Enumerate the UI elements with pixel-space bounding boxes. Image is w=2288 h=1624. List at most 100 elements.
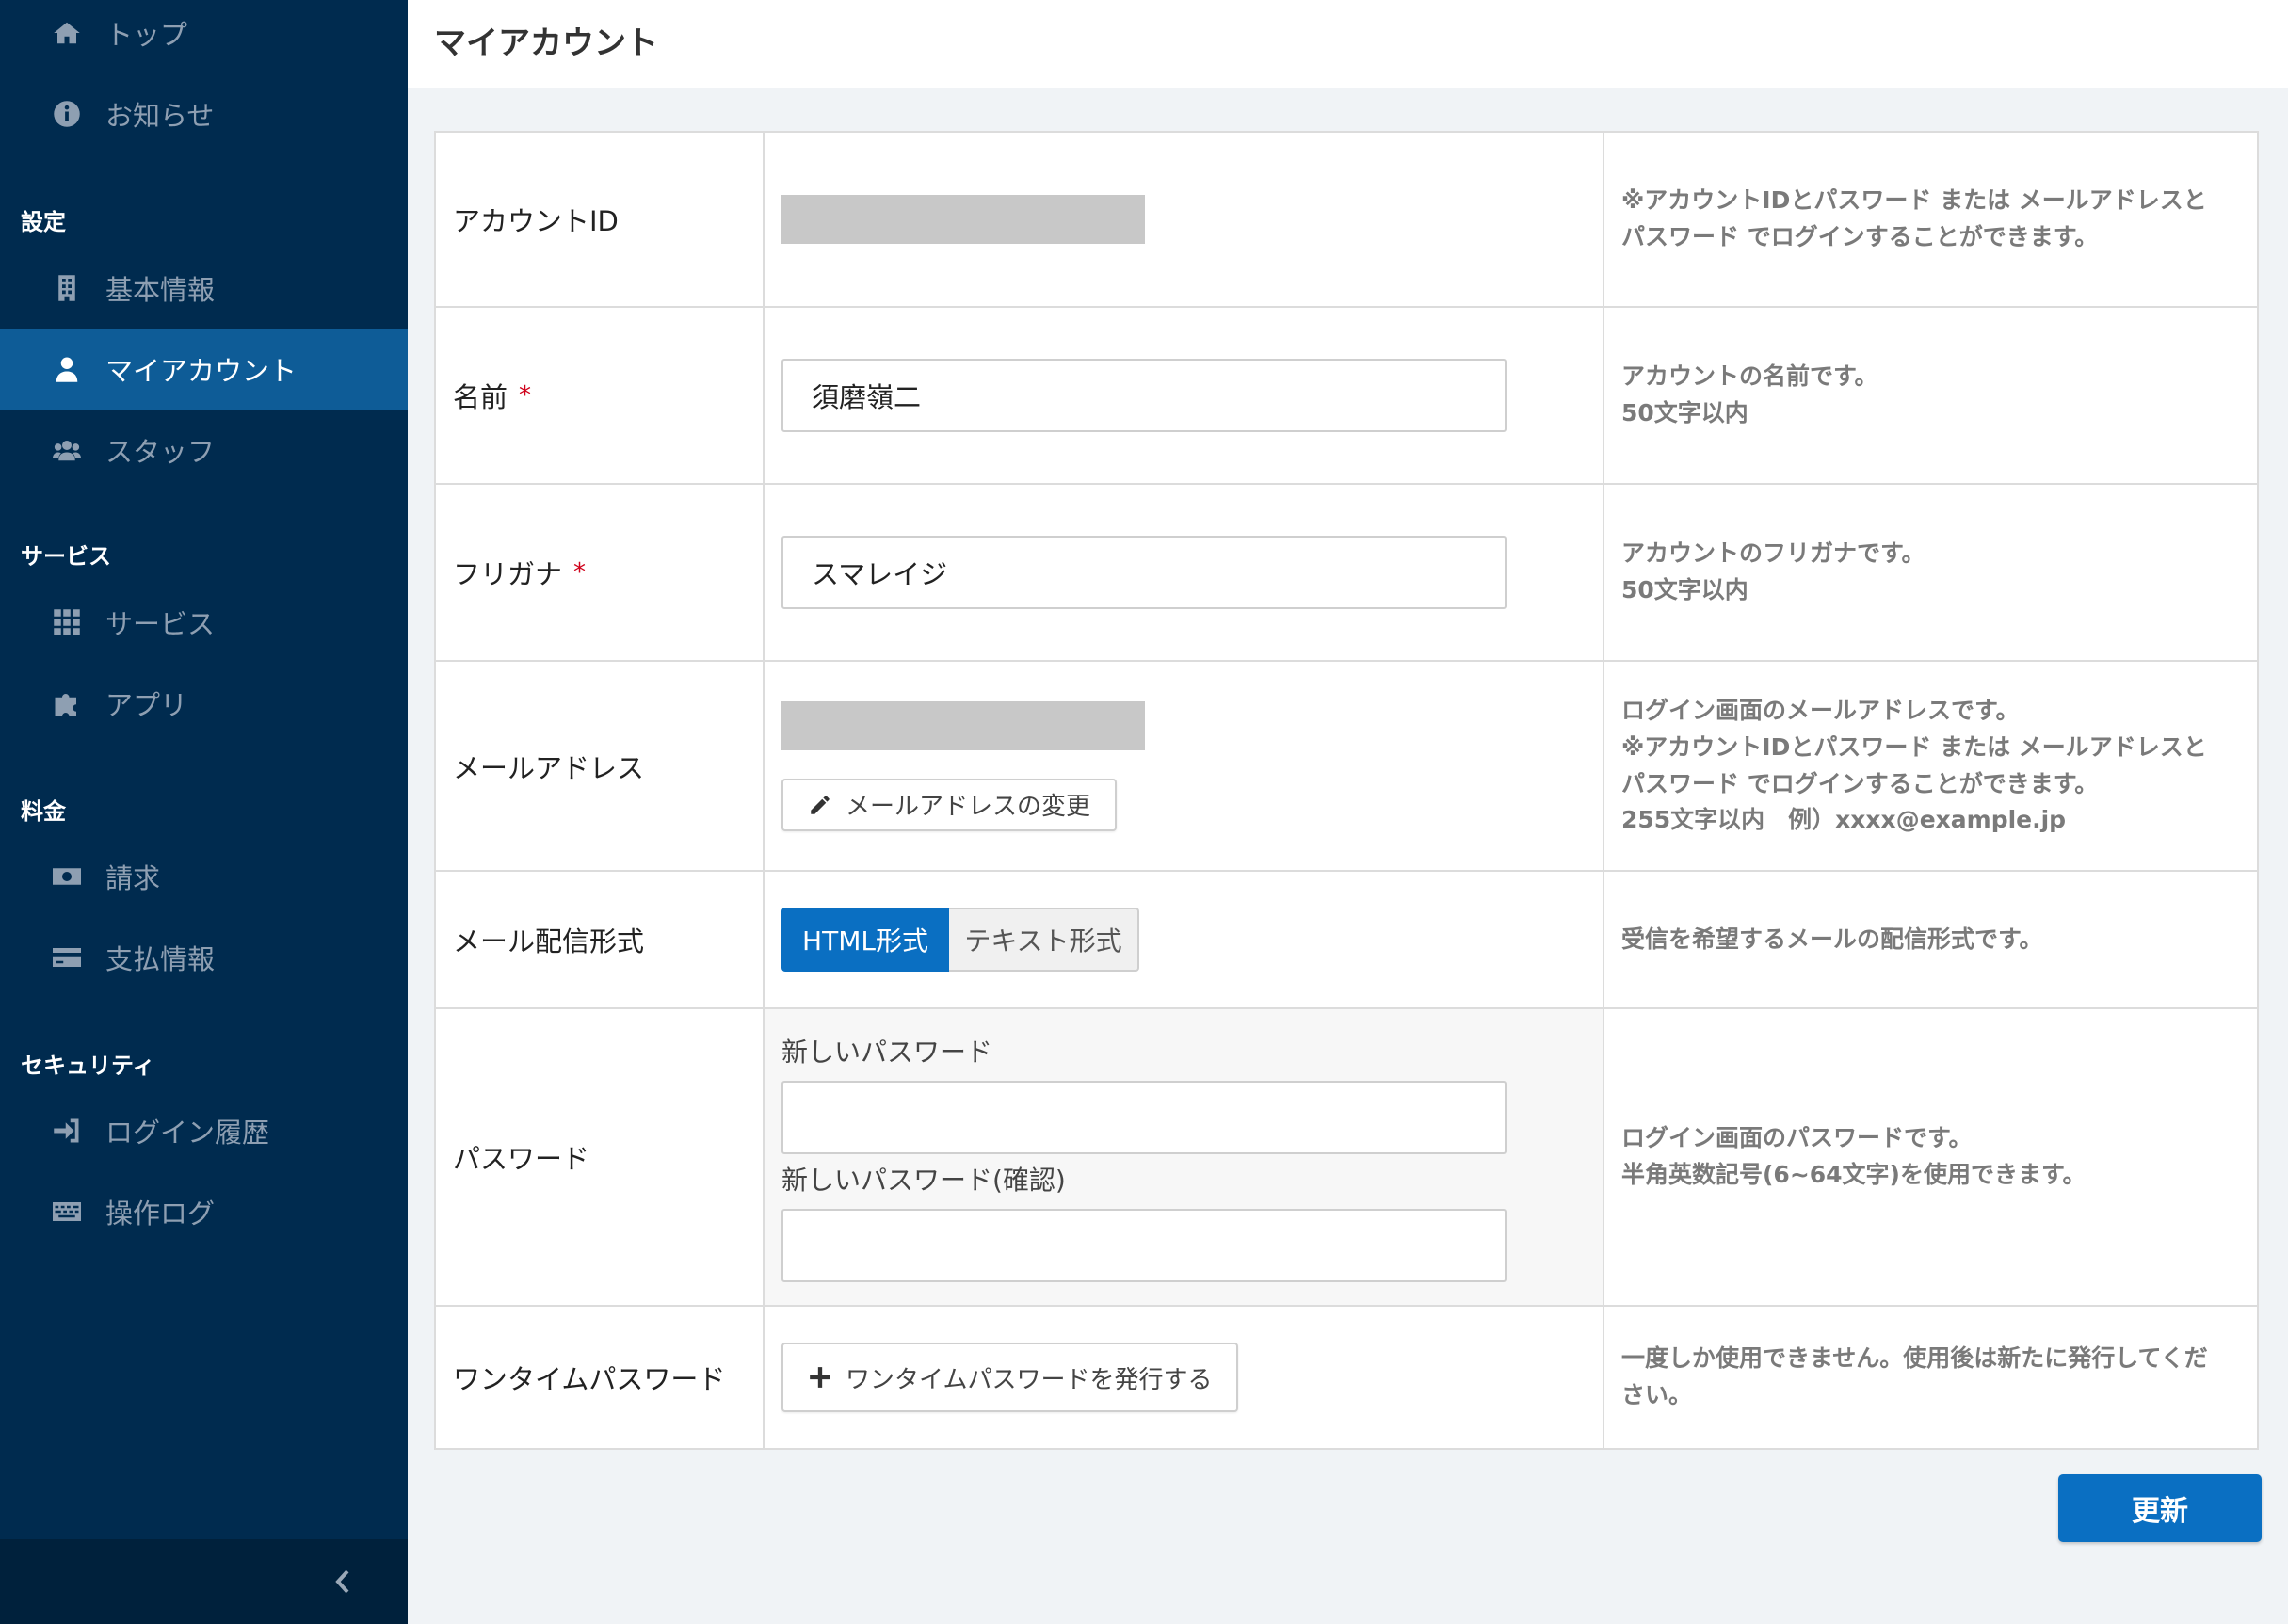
furigana-label: フリガナ * xyxy=(436,485,765,660)
credit-card-icon xyxy=(51,941,83,973)
issue-otp-button-label: ワンタイムパスワードを発行する xyxy=(846,1365,1213,1394)
page-header: マイアカウント xyxy=(408,0,2288,88)
sidebar-item-label: ログイン履歴 xyxy=(105,1117,270,1149)
sidebar-item-staff[interactable]: スタッフ xyxy=(0,410,408,490)
money-icon xyxy=(51,860,83,892)
sidebar-item-label: アプリ xyxy=(105,689,188,721)
furigana-input-cell xyxy=(765,485,1604,660)
page-title: マイアカウント xyxy=(434,24,658,62)
plus-icon xyxy=(810,1367,830,1388)
row-password: パスワード 新しいパスワード 新しいパスワード(確認) ログイン画面のパスワード… xyxy=(436,1009,2257,1307)
account-id-help: ※アカウントIDとパスワード または メールアドレスとパスワード でログインする… xyxy=(1621,186,2207,250)
users-icon xyxy=(51,434,83,466)
mail-format-label: メール配信形式 xyxy=(436,872,765,1007)
name-help-line2: 50文字以内 xyxy=(1621,399,1748,426)
otp-cell: ワンタイムパスワードを発行する xyxy=(765,1307,1604,1448)
sidebar-item-payment-info[interactable]: 支払情報 xyxy=(0,917,408,998)
sidebar-item-apps[interactable]: アプリ xyxy=(0,663,408,744)
row-account-id: アカウントID ※アカウントIDとパスワード または メールアドレスとパスワード… xyxy=(436,133,2257,308)
info-icon xyxy=(51,98,83,130)
building-icon xyxy=(51,272,83,304)
name-label: 名前 * xyxy=(436,308,765,483)
name-help: アカウントの名前です。 50文字以内 xyxy=(1604,308,2257,483)
row-furigana: フリガナ * アカウントのフリガナです。 50文字以内 xyxy=(436,485,2257,662)
password-help-line2: 半角英数記号(6~64文字)を使用できます。 xyxy=(1621,1161,2087,1188)
name-help-line1: アカウントの名前です。 xyxy=(1621,362,1878,391)
sidebar-item-label: サービス xyxy=(105,608,216,640)
mail-format-cell: HTML形式 テキスト形式 xyxy=(765,872,1604,1007)
name-input-cell xyxy=(765,308,1604,483)
furigana-input[interactable] xyxy=(781,536,1507,609)
email-masked-value xyxy=(781,700,1145,750)
row-email: メールアドレス メールアドレスの変更 ログイン画面のメールアドレスです。 ※アカ… xyxy=(436,662,2257,872)
new-password-label: 新しいパスワード xyxy=(781,1037,993,1068)
mail-format-help: 受信を希望するメールの配信形式です。 xyxy=(1621,925,2043,953)
sidebar-item-label: 請求 xyxy=(105,862,161,894)
email-help-line2: ※アカウントIDとパスワード または メールアドレスとパスワード でログインする… xyxy=(1621,732,2207,797)
keyboard-icon xyxy=(51,1196,83,1228)
sidebar-item-operation-log[interactable]: 操作ログ xyxy=(0,1171,408,1252)
sidebar-item-my-account[interactable]: マイアカウント xyxy=(0,329,408,410)
section-title-security: セキュリティ xyxy=(21,1053,155,1079)
furigana-help-line1: アカウントのフリガナです。 xyxy=(1621,539,1925,568)
sidebar-item-label: 基本情報 xyxy=(105,274,216,306)
sidebar-item-label: お知らせ xyxy=(105,100,215,132)
sidebar-footer xyxy=(0,1539,408,1624)
email-help: ログイン画面のメールアドレスです。 ※アカウントIDとパスワード または メール… xyxy=(1604,662,2257,870)
user-icon xyxy=(51,353,83,385)
home-icon xyxy=(51,17,83,49)
furigana-help: アカウントのフリガナです。 50文字以内 xyxy=(1604,485,2257,660)
account-form: アカウントID ※アカウントIDとパスワード または メールアドレスとパスワード… xyxy=(434,131,2259,1450)
password-help-line1: ログイン画面のパスワードです。 xyxy=(1621,1124,1973,1152)
sidebar-item-label: 操作ログ xyxy=(105,1198,216,1230)
otp-help: 一度しか使用できません。使用後は新たに発行してください。 xyxy=(1621,1344,2208,1408)
issue-otp-button[interactable]: ワンタイムパスワードを発行する xyxy=(781,1343,1239,1412)
section-title-settings: 設定 xyxy=(21,209,66,235)
sidebar-item-label: マイアカウント xyxy=(105,355,298,387)
sidebar-item-label: トップ xyxy=(105,19,188,51)
otp-label: ワンタイムパスワード xyxy=(436,1307,765,1448)
row-mail-format: メール配信形式 HTML形式 テキスト形式 受信を希望するメールの配信形式です。 xyxy=(436,872,2257,1009)
mail-format-text-option[interactable]: テキスト形式 xyxy=(949,908,1139,972)
mail-format-toggle: HTML形式 テキスト形式 xyxy=(781,908,1603,972)
email-cell: メールアドレスの変更 xyxy=(765,662,1604,870)
sign-in-icon xyxy=(51,1115,83,1147)
sidebar-item-login-history[interactable]: ログイン履歴 xyxy=(0,1090,408,1171)
change-email-button-label: メールアドレスの変更 xyxy=(846,793,1091,821)
furigana-label-text: フリガナ xyxy=(453,558,563,590)
grid-icon xyxy=(51,606,83,638)
sidebar-item-label: 支払情報 xyxy=(105,943,216,975)
sidebar-item-invoice[interactable]: 請求 xyxy=(0,836,408,917)
account-id-label: アカウントID xyxy=(436,133,765,306)
mail-format-html-option[interactable]: HTML形式 xyxy=(781,908,949,972)
email-help-line1: ログイン画面のメールアドレスです。 xyxy=(1621,697,2020,724)
sidebar-item-basic-info[interactable]: 基本情報 xyxy=(0,248,408,329)
change-email-button[interactable]: メールアドレスの変更 xyxy=(781,778,1118,831)
pencil-icon xyxy=(811,795,830,814)
row-name: 名前 * アカウントの名前です。 50文字以内 xyxy=(436,308,2257,485)
name-input[interactable] xyxy=(781,359,1507,432)
password-label: パスワード xyxy=(436,1009,765,1305)
sidebar-item-news[interactable]: お知らせ xyxy=(0,73,408,154)
email-help-line3: 255文字以内 例）xxxx@example.jp xyxy=(1621,806,2067,834)
account-id-masked-value xyxy=(781,195,1145,244)
required-mark: * xyxy=(573,558,587,587)
chevron-left-icon[interactable] xyxy=(325,1564,361,1600)
password-help: ログイン画面のパスワードです。 半角英数記号(6~64文字)を使用できます。 xyxy=(1604,1009,2257,1305)
furigana-help-line2: 50文字以内 xyxy=(1621,576,1748,603)
email-label: メールアドレス xyxy=(436,662,765,870)
required-mark: * xyxy=(519,381,532,410)
section-title-service: サービス xyxy=(21,543,111,570)
confirm-password-input[interactable] xyxy=(781,1209,1507,1282)
password-cell: 新しいパスワード 新しいパスワード(確認) xyxy=(765,1009,1604,1305)
update-button[interactable]: 更新 xyxy=(2058,1474,2262,1542)
sidebar-item-top[interactable]: トップ xyxy=(0,0,408,73)
section-title-billing: 料金 xyxy=(21,798,66,825)
sidebar-item-label: スタッフ xyxy=(105,436,216,468)
new-password-input[interactable] xyxy=(781,1081,1507,1154)
sidebar-item-service[interactable]: サービス xyxy=(0,582,408,663)
puzzle-icon xyxy=(51,687,83,719)
account-id-value-cell xyxy=(765,133,1604,306)
sidebar: トップ お知らせ 設定 基本情報 マイアカウント スタッフ サービス サービス … xyxy=(0,0,408,1624)
row-otp: ワンタイムパスワード ワンタイムパスワードを発行する 一度しか使用できません。使… xyxy=(436,1307,2257,1448)
